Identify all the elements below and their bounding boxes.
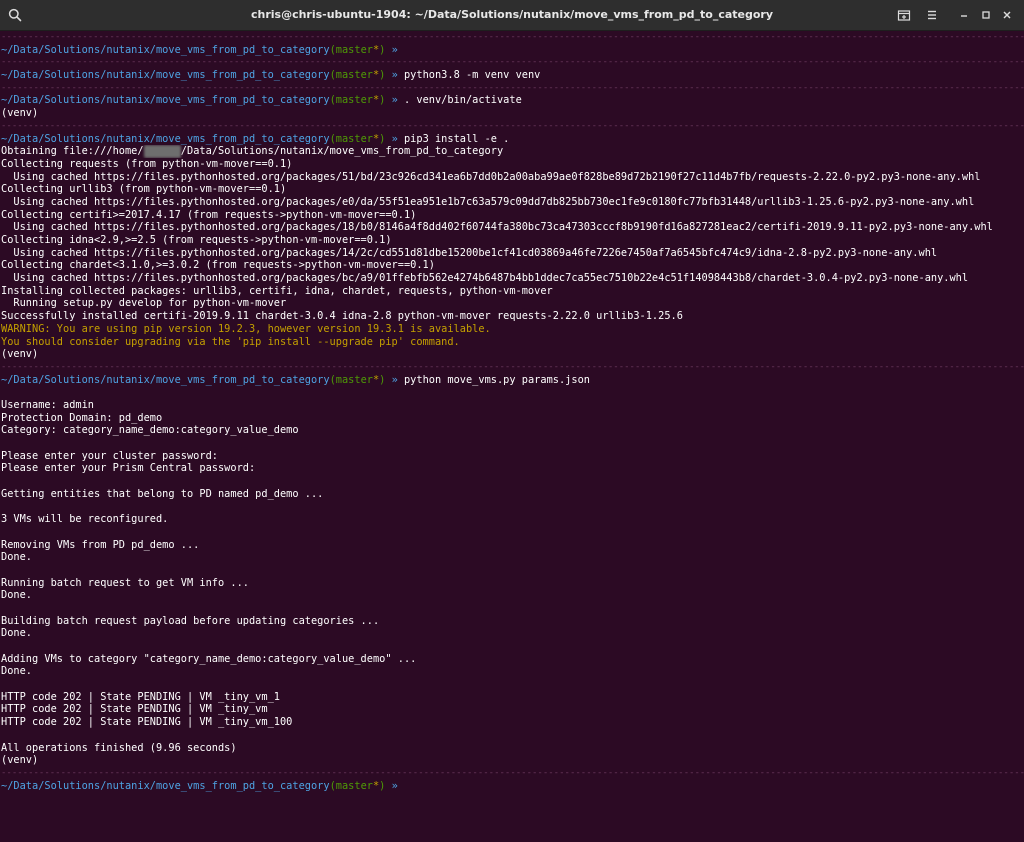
terminal-output[interactable]: ----------------------------------------… xyxy=(0,31,1024,842)
output-text: Obtaining file:///home/ xyxy=(1,145,144,158)
output-line: Running batch request to get VM info ... xyxy=(1,576,249,589)
output-line: Category: category_name_demo:category_va… xyxy=(1,424,299,437)
new-tab-icon[interactable] xyxy=(896,7,912,23)
output-line: Done. xyxy=(1,665,32,678)
output-line: Using cached https://files.pythonhosted.… xyxy=(1,246,938,259)
output-text: /Data/Solutions/nutanix/move_vms_from_pd… xyxy=(180,145,504,158)
redacted-username: XXXXXX xyxy=(143,145,181,158)
prompt-branch: master xyxy=(335,94,373,107)
prompt-line: ~/Data/Solutions/nutanix/move_vms_from_p… xyxy=(0,780,1024,793)
output-line: Done. xyxy=(1,627,32,640)
prompt-branch: master xyxy=(335,43,373,56)
output-line: Obtaining file:///home/XXXXXX/Data/Solut… xyxy=(0,145,1024,158)
terminal-window: chris@chris-ubuntu-1904: ~/Data/Solution… xyxy=(0,0,1024,842)
separator-line: ----------------------------------------… xyxy=(1,120,1024,131)
output-line: Collecting certifi>=2017.4.17 (from requ… xyxy=(1,208,417,221)
prompt-path: ~/Data/Solutions/nutanix/move_vms_from_p… xyxy=(1,43,330,56)
output-line: Successfully installed certifi-2019.9.11… xyxy=(1,310,683,323)
output-line: Installing collected packages: urllib3, … xyxy=(1,284,553,297)
output-line: Using cached https://files.pythonhosted.… xyxy=(1,170,981,183)
separator-line: ----------------------------------------… xyxy=(1,767,1024,778)
output-line: HTTP code 202 | State PENDING | VM _tiny… xyxy=(1,716,293,729)
prompt-branch: master xyxy=(335,132,373,145)
prompt-arrow: » xyxy=(385,779,404,792)
warning-line: You should consider upgrading via the 'p… xyxy=(1,335,460,348)
output-line: Please enter your Prism Central password… xyxy=(1,462,256,475)
output-line: Getting entities that belong to PD named… xyxy=(1,487,324,500)
window-title: chris@chris-ubuntu-1904: ~/Data/Solution… xyxy=(250,8,774,21)
close-icon[interactable] xyxy=(998,6,1016,24)
prompt-arrow: » xyxy=(385,373,404,386)
output-line: All operations finished (9.96 seconds) xyxy=(1,741,237,754)
prompt-arrow: » xyxy=(385,43,404,56)
prompt-line: ~/Data/Solutions/nutanix/move_vms_from_p… xyxy=(0,94,1024,107)
search-icon[interactable] xyxy=(7,7,23,23)
title-bar[interactable]: chris@chris-ubuntu-1904: ~/Data/Solution… xyxy=(0,0,1024,31)
output-line: (venv) xyxy=(1,348,39,361)
prompt-path: ~/Data/Solutions/nutanix/move_vms_from_p… xyxy=(1,132,330,145)
output-line: HTTP code 202 | State PENDING | VM _tiny… xyxy=(1,703,268,716)
prompt-line: ~/Data/Solutions/nutanix/move_vms_from_p… xyxy=(0,44,1024,57)
prompt-line: ~/Data/Solutions/nutanix/move_vms_from_p… xyxy=(0,69,1024,82)
output-line: HTTP code 202 | State PENDING | VM _tiny… xyxy=(1,690,280,703)
output-line: Collecting urllib3 (from python-vm-mover… xyxy=(1,183,287,196)
output-line: Username: admin xyxy=(1,398,94,411)
output-line: Building batch request payload before up… xyxy=(1,614,380,627)
output-line: Using cached https://files.pythonhosted.… xyxy=(1,195,975,208)
prompt-path: ~/Data/Solutions/nutanix/move_vms_from_p… xyxy=(1,94,330,107)
prompt-line: ~/Data/Solutions/nutanix/move_vms_from_p… xyxy=(0,374,1024,387)
prompt-path: ~/Data/Solutions/nutanix/move_vms_from_p… xyxy=(1,779,330,792)
output-line: Collecting requests (from python-vm-move… xyxy=(1,157,293,170)
minimize-icon[interactable] xyxy=(956,7,972,23)
prompt-command: python3.8 -m venv venv xyxy=(403,69,541,82)
output-line: (venv) xyxy=(1,754,39,767)
output-line: (venv) xyxy=(1,107,39,120)
output-line: Done. xyxy=(1,589,32,602)
output-line: Running setup.py develop for python-vm-m… xyxy=(1,297,287,310)
hamburger-menu-icon[interactable] xyxy=(924,7,940,23)
output-line: Using cached https://files.pythonhosted.… xyxy=(1,272,969,285)
output-line: Done. xyxy=(1,551,32,564)
prompt-branch: master xyxy=(335,69,373,82)
output-line: Adding VMs to category "category_name_de… xyxy=(1,652,417,665)
output-line: 3 VMs will be reconfigured. xyxy=(1,513,169,526)
output-line: Collecting idna<2.9,>=2.5 (from requests… xyxy=(1,234,392,246)
output-line: Removing VMs from PD pd_demo ... xyxy=(1,538,200,551)
separator-line: ----------------------------------------… xyxy=(1,57,1024,68)
prompt-path: ~/Data/Solutions/nutanix/move_vms_from_p… xyxy=(1,373,330,386)
prompt-command: python move_vms.py params.json xyxy=(403,373,590,386)
prompt-line: ~/Data/Solutions/nutanix/move_vms_from_p… xyxy=(0,133,1024,146)
prompt-arrow: » xyxy=(385,132,404,145)
output-line: Protection Domain: pd_demo xyxy=(1,411,163,424)
separator-line: ----------------------------------------… xyxy=(1,361,1024,372)
separator-line: ----------------------------------------… xyxy=(1,82,1024,93)
prompt-arrow: » xyxy=(385,69,404,82)
output-line: Collecting chardet<3.1.0,>=3.0.2 (from r… xyxy=(1,259,435,272)
prompt-command: pip3 install -e . xyxy=(403,132,510,145)
prompt-branch: master xyxy=(335,779,373,792)
output-line: Please enter your cluster password: xyxy=(1,449,218,462)
prompt-path: ~/Data/Solutions/nutanix/move_vms_from_p… xyxy=(1,69,330,82)
prompt-branch: master xyxy=(335,373,373,386)
output-line: Using cached https://files.pythonhosted.… xyxy=(1,221,993,234)
separator-line: ----------------------------------------… xyxy=(1,32,1024,42)
terminal-lines: ----------------------------------------… xyxy=(0,31,1024,792)
prompt-command: . venv/bin/activate xyxy=(403,94,522,107)
maximize-icon[interactable] xyxy=(978,7,994,23)
warning-line: WARNING: You are using pip version 19.2.… xyxy=(1,322,491,335)
prompt-arrow: » xyxy=(385,94,404,107)
